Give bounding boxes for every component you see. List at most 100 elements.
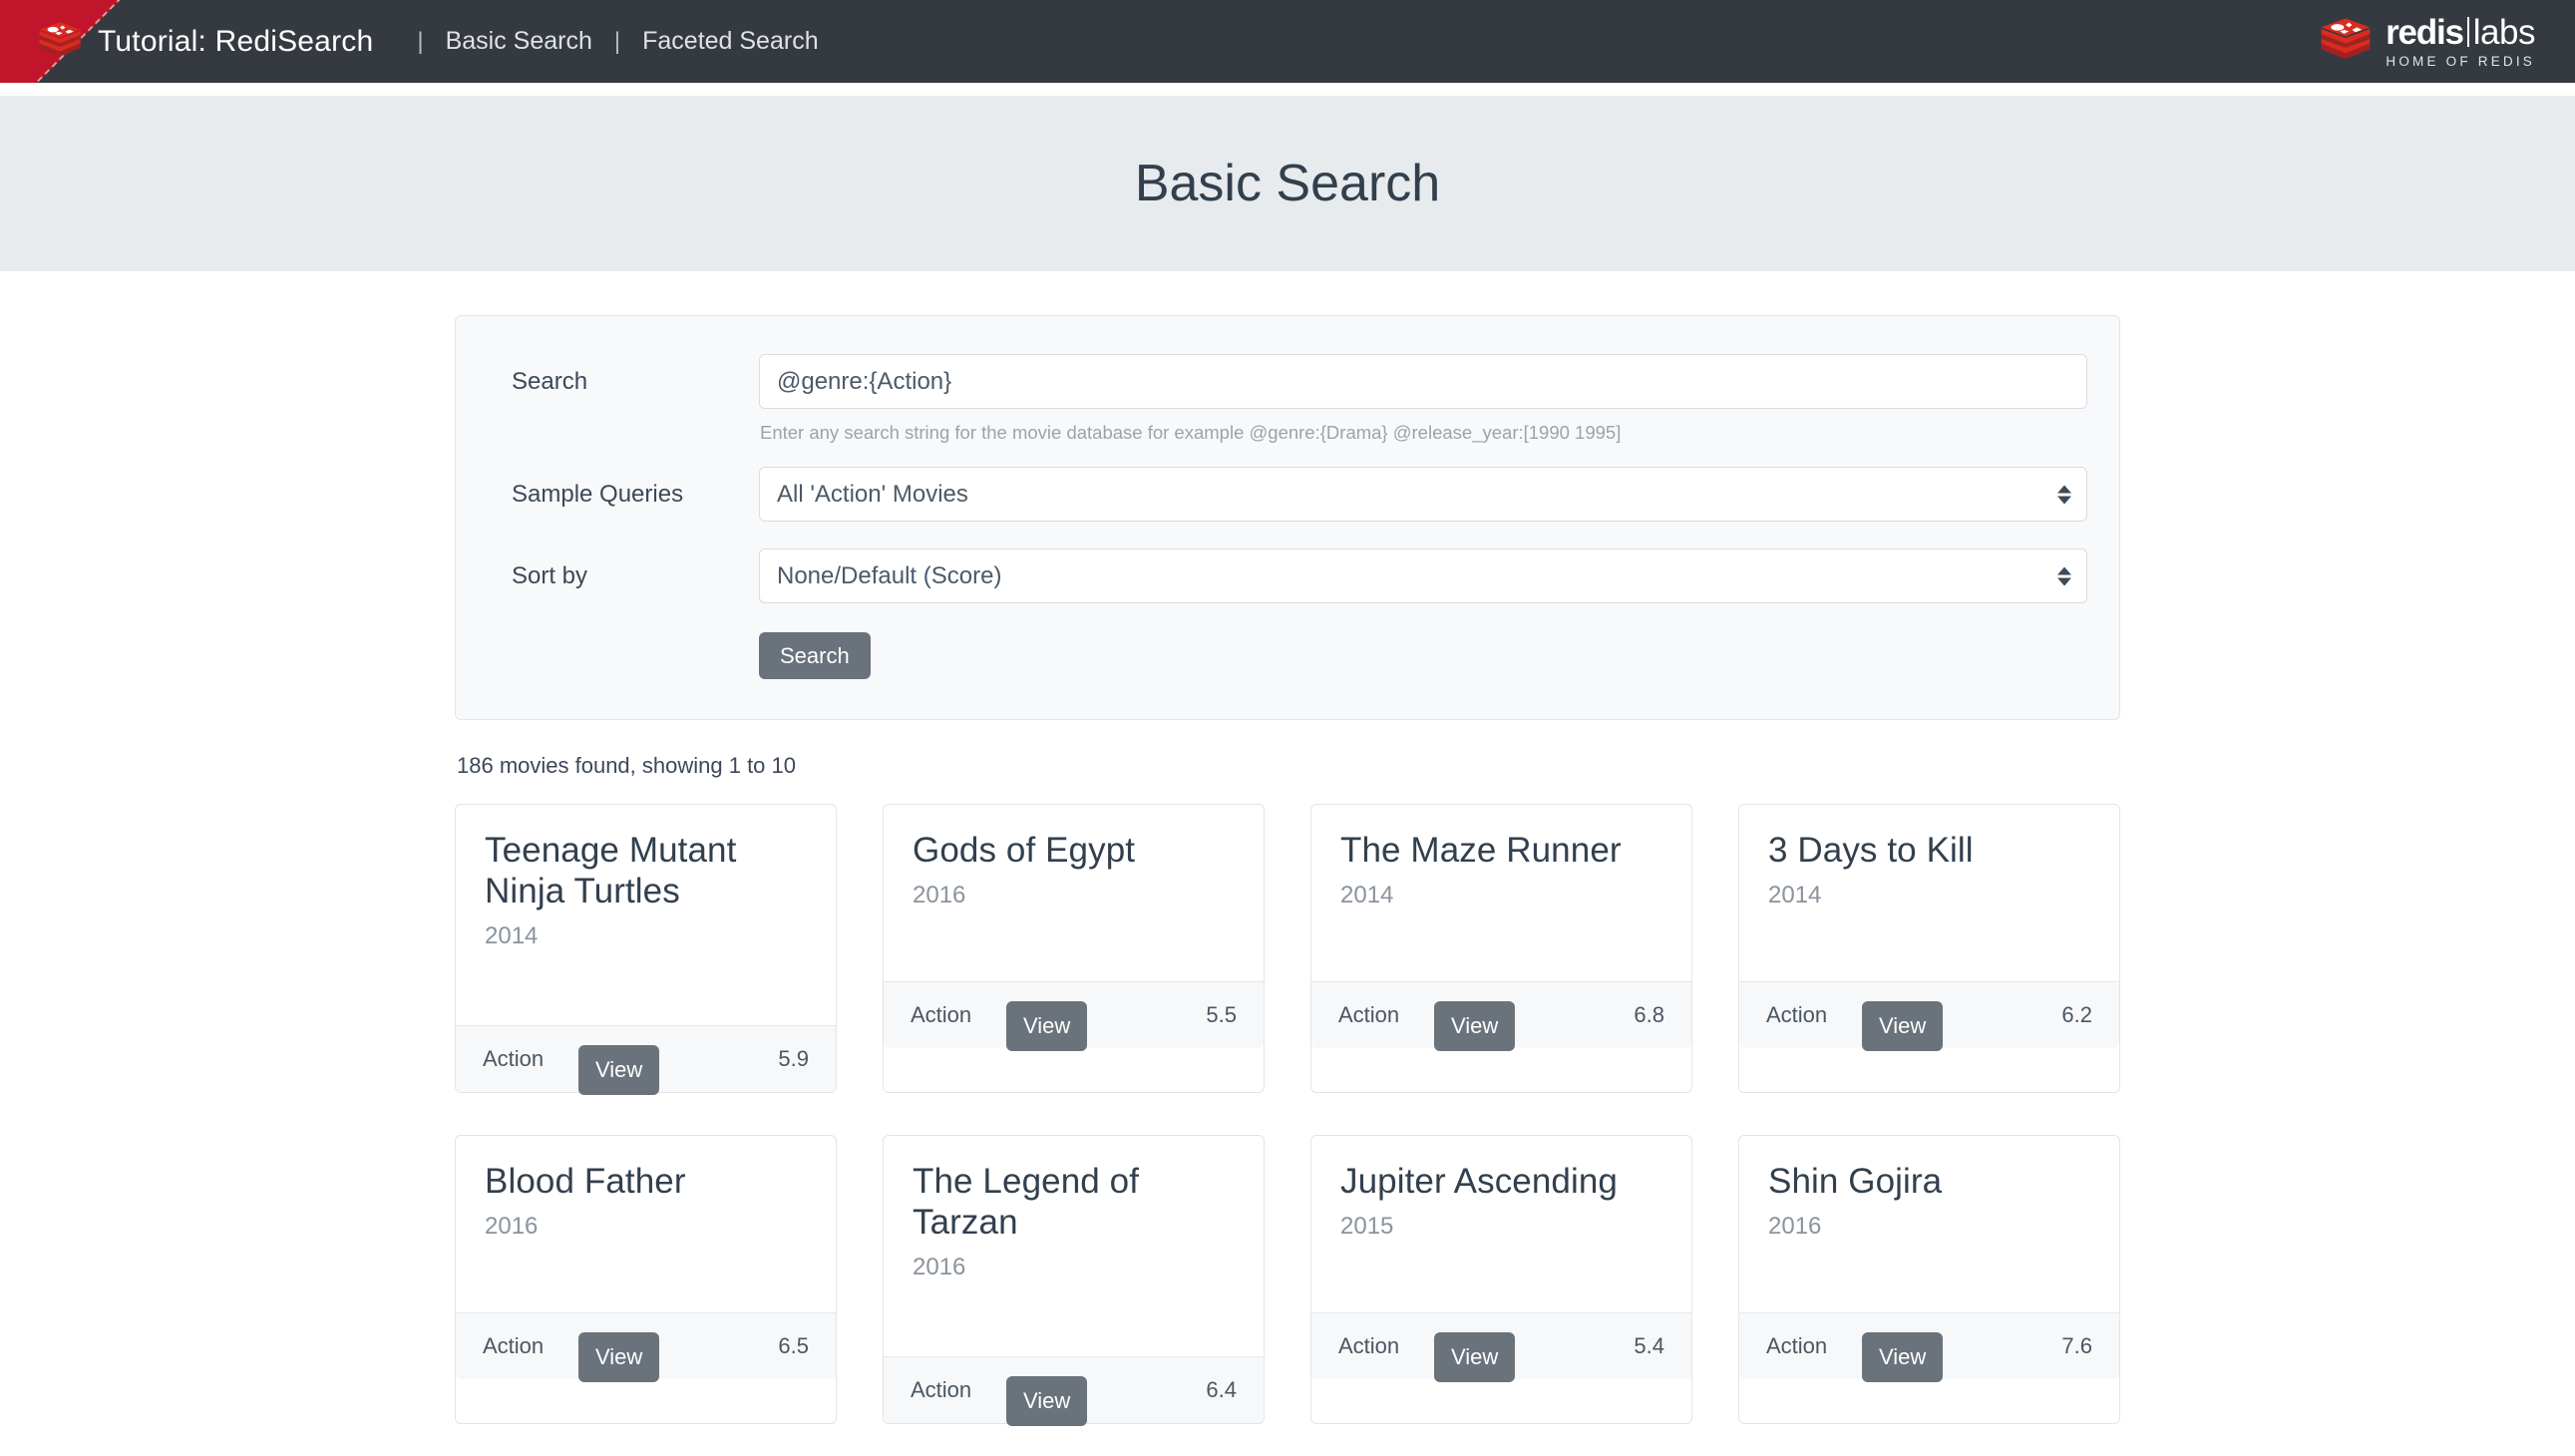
movie-year: 2016	[1768, 1213, 2090, 1241]
movie-view-button[interactable]: View	[1434, 1332, 1515, 1382]
movie-rating: 6.4	[1206, 1377, 1237, 1403]
movie-cards-grid: Teenage Mutant Ninja Turtles 2014 Action…	[455, 804, 2120, 1424]
movie-card-footer: Action View 5.4	[1311, 1312, 1691, 1379]
sample-queries-label: Sample Queries	[488, 481, 759, 509]
redislabs-wordmark: redis labs HOME OF REDIS	[2386, 15, 2535, 69]
movie-card[interactable]: The Maze Runner 2014 Action View 6.8	[1310, 804, 1692, 1093]
movie-genre: Action	[1766, 1002, 1862, 1028]
search-field-row: Search	[488, 354, 2087, 409]
movie-card[interactable]: Teenage Mutant Ninja Turtles 2014 Action…	[455, 804, 837, 1093]
movie-card-footer: Action View 6.8	[1311, 981, 1691, 1048]
main-container: Search Enter any search string for the m…	[455, 271, 2120, 1424]
sample-queries-row: Sample Queries All 'Action' Movies	[488, 467, 2087, 522]
movie-card-body: The Legend of Tarzan 2016	[884, 1136, 1264, 1356]
movie-title: Jupiter Ascending	[1340, 1162, 1662, 1203]
movie-view-button[interactable]: View	[1862, 1001, 1943, 1051]
sort-by-selected-value: None/Default (Score)	[777, 562, 1001, 590]
movie-genre: Action	[1338, 1002, 1434, 1028]
brand[interactable]: Tutorial: RediSearch	[38, 19, 373, 65]
submit-row: Search	[488, 632, 2087, 679]
search-help-text: Enter any search string for the movie da…	[759, 422, 2087, 444]
sample-queries-select[interactable]: All 'Action' Movies	[759, 467, 2087, 522]
movie-rating: 6.8	[1634, 1002, 1664, 1028]
movie-view-button[interactable]: View	[1434, 1001, 1515, 1051]
movie-genre: Action	[1766, 1333, 1862, 1359]
movie-year: 2014	[485, 922, 807, 950]
movie-card-footer: Action View 6.4	[884, 1356, 1264, 1423]
movie-year: 2014	[1768, 882, 2090, 910]
nav-links: | Basic Search | Faceted Search	[395, 27, 818, 56]
wordmark-divider	[2467, 17, 2469, 47]
movie-card-body: Blood Father 2016	[456, 1136, 836, 1312]
movie-card-body: Shin Gojira 2016	[1739, 1136, 2119, 1312]
movie-year: 2016	[913, 1254, 1235, 1281]
movie-card[interactable]: Jupiter Ascending 2015 Action View 5.4	[1310, 1135, 1692, 1424]
movie-card-footer: Action View 5.5	[884, 981, 1264, 1048]
movie-title: The Legend of Tarzan	[913, 1162, 1235, 1244]
navbar-spacer	[0, 83, 2575, 96]
movie-title: The Maze Runner	[1340, 831, 1662, 872]
movie-year: 2016	[913, 882, 1235, 910]
movie-genre: Action	[483, 1046, 578, 1072]
results-count-text: 186 movies found, showing 1 to 10	[455, 753, 2120, 779]
movie-genre: Action	[911, 1002, 1006, 1028]
movie-year: 2015	[1340, 1213, 1662, 1241]
redislabs-logo[interactable]: redis labs HOME OF REDIS	[2320, 15, 2575, 69]
movie-card[interactable]: Shin Gojira 2016 Action View 7.6	[1738, 1135, 2120, 1424]
sort-by-select[interactable]: None/Default (Score)	[759, 548, 2087, 603]
wordmark-tagline: HOME OF REDIS	[2386, 55, 2535, 69]
search-input[interactable]	[759, 354, 2087, 409]
movie-card[interactable]: Gods of Egypt 2016 Action View 5.5	[883, 804, 1265, 1093]
search-form-panel: Search Enter any search string for the m…	[455, 315, 2120, 720]
movie-card-body: The Maze Runner 2014	[1311, 805, 1691, 981]
movie-card-body: Gods of Egypt 2016	[884, 805, 1264, 981]
movie-title: Teenage Mutant Ninja Turtles	[485, 831, 807, 912]
movie-genre: Action	[483, 1333, 578, 1359]
nav-separator-2: |	[592, 28, 642, 56]
redis-cube-icon	[2320, 15, 2372, 69]
top-navbar: Tutorial: RediSearch | Basic Search | Fa…	[0, 0, 2575, 83]
redis-cube-icon	[38, 19, 82, 65]
movie-rating: 7.6	[2061, 1333, 2092, 1359]
brand-title: Tutorial: RediSearch	[98, 25, 373, 59]
movie-year: 2014	[1340, 882, 1662, 910]
movie-card-footer: Action View 6.5	[456, 1312, 836, 1379]
movie-title: 3 Days to Kill	[1768, 831, 2090, 872]
movie-view-button[interactable]: View	[1006, 1376, 1087, 1426]
movie-title: Blood Father	[485, 1162, 807, 1203]
movie-card-footer: Action View 7.6	[1739, 1312, 2119, 1379]
movie-rating: 6.5	[778, 1333, 809, 1359]
movie-rating: 5.9	[778, 1046, 809, 1072]
wordmark-redis: redis	[2386, 15, 2463, 50]
movie-card[interactable]: 3 Days to Kill 2014 Action View 6.2	[1738, 804, 2120, 1093]
form-row-spacer	[488, 522, 2087, 548]
nav-link-basic-search[interactable]: Basic Search	[446, 27, 592, 56]
wordmark-labs: labs	[2473, 15, 2535, 50]
movie-view-button[interactable]: View	[1862, 1332, 1943, 1382]
movie-rating: 5.5	[1206, 1002, 1237, 1028]
sort-by-row: Sort by None/Default (Score)	[488, 548, 2087, 603]
movie-view-button[interactable]: View	[578, 1332, 659, 1382]
search-help-row: Enter any search string for the movie da…	[488, 409, 2087, 467]
movie-card[interactable]: Blood Father 2016 Action View 6.5	[455, 1135, 837, 1424]
movie-view-button[interactable]: View	[1006, 1001, 1087, 1051]
page-header-banner: Basic Search	[0, 96, 2575, 271]
movie-view-button[interactable]: View	[578, 1045, 659, 1095]
movie-card-footer: Action View 6.2	[1739, 981, 2119, 1048]
movie-card-body: Teenage Mutant Ninja Turtles 2014	[456, 805, 836, 1025]
nav-link-faceted-search[interactable]: Faceted Search	[642, 27, 819, 56]
movie-genre: Action	[911, 1377, 1006, 1403]
movie-rating: 5.4	[1634, 1333, 1664, 1359]
movie-rating: 6.2	[2061, 1002, 2092, 1028]
movie-card-body: Jupiter Ascending 2015	[1311, 1136, 1691, 1312]
nav-separator-1: |	[395, 28, 445, 56]
movie-title: Gods of Egypt	[913, 831, 1235, 872]
movie-genre: Action	[1338, 1333, 1434, 1359]
movie-card[interactable]: The Legend of Tarzan 2016 Action View 6.…	[883, 1135, 1265, 1424]
search-submit-button[interactable]: Search	[759, 632, 871, 679]
search-label: Search	[488, 368, 759, 396]
movie-year: 2016	[485, 1213, 807, 1241]
movie-card-footer: Action View 5.9	[456, 1025, 836, 1092]
page-title: Basic Search	[1135, 154, 1440, 213]
sort-by-label: Sort by	[488, 562, 759, 590]
